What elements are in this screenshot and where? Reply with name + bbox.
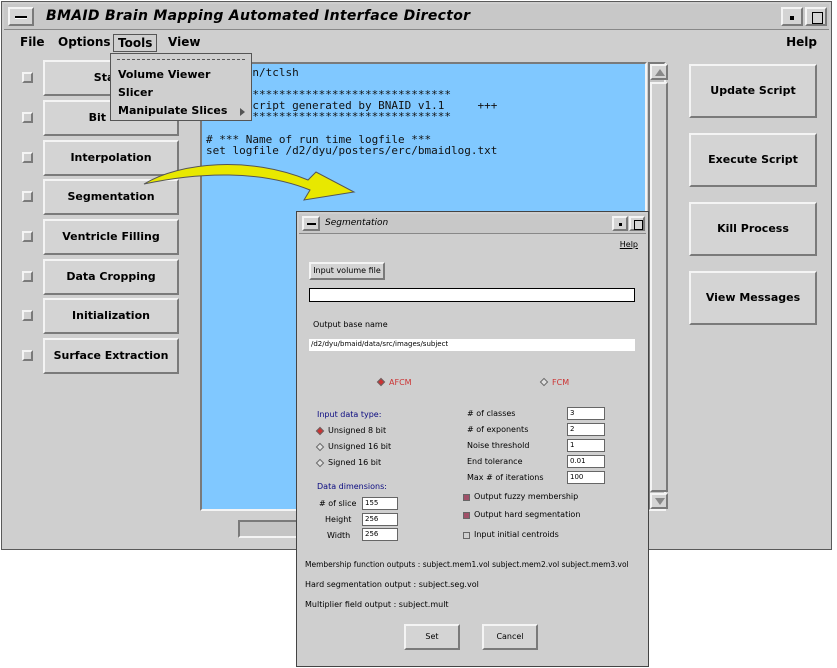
tools-item-slicer[interactable]: Slicer xyxy=(118,86,153,99)
param-noise-label: Noise threshold xyxy=(467,441,530,450)
initial-centroids-checkbox[interactable] xyxy=(463,532,470,539)
module-row-ventricle-filling: Ventricle Filling xyxy=(16,219,186,255)
dim-height-field[interactable]: 256 xyxy=(362,513,398,526)
dim-slice-label: # of slice xyxy=(319,499,357,508)
hard-output-text: Hard segmentation output : subject.seg.v… xyxy=(305,580,479,589)
menu-options[interactable]: Options xyxy=(54,34,115,50)
multiplier-output-text: Multiplier field output : subject.mult xyxy=(305,600,449,609)
module-check-stack[interactable] xyxy=(22,72,33,83)
afcm-radio[interactable] xyxy=(376,377,386,387)
segmentation-title: Segmentation xyxy=(325,218,389,228)
window-menu-icon[interactable] xyxy=(8,7,34,26)
dialog-maximize-icon[interactable] xyxy=(629,216,645,231)
tools-item-manipulate-slices[interactable]: Manipulate Slices xyxy=(118,104,227,117)
dialog-menu-icon[interactable] xyxy=(302,216,320,231)
minimize-icon[interactable] xyxy=(781,7,803,26)
view-messages-button[interactable]: View Messages xyxy=(689,271,817,325)
signed-16-radio[interactable] xyxy=(315,458,325,468)
hard-segmentation-checkbox[interactable] xyxy=(463,512,470,519)
module-button-ventricle-filling[interactable]: Ventricle Filling xyxy=(43,219,179,255)
submenu-arrow-icon xyxy=(240,108,245,116)
param-classes-label: # of classes xyxy=(467,409,516,418)
maximize-icon[interactable] xyxy=(805,7,827,26)
tear-off-line[interactable] xyxy=(117,59,245,60)
menu-tools-label: Tools xyxy=(118,36,153,50)
module-check-segmentation[interactable] xyxy=(22,191,33,202)
cancel-button[interactable]: Cancel xyxy=(482,624,538,650)
param-classes-field[interactable]: 3 xyxy=(567,407,605,420)
afcm-label: AFCM xyxy=(389,378,412,387)
window-title: BMAID Brain Mapping Automated Interface … xyxy=(46,8,471,24)
menu-file[interactable]: File xyxy=(16,34,49,50)
module-row-initialization: Initialization xyxy=(16,298,186,334)
param-noise-field[interactable]: 1 xyxy=(567,439,605,452)
scrollbar-thumb[interactable] xyxy=(650,82,668,492)
fcm-label: FCM xyxy=(552,378,570,387)
menu-view[interactable]: View xyxy=(164,34,204,50)
menu-tools[interactable]: Tools xyxy=(113,34,158,52)
module-button-data-cropping[interactable]: Data Cropping xyxy=(43,259,179,295)
module-row-surface-extraction: Surface Extraction xyxy=(16,338,186,374)
param-tolerance-field[interactable]: 0.01 xyxy=(567,455,605,468)
signed-16-label: Signed 16 bit xyxy=(328,458,382,467)
fuzzy-membership-label: Output fuzzy membership xyxy=(474,492,579,501)
tools-dropdown-menu: Volume Viewer Slicer Manipulate Slices xyxy=(110,53,252,121)
module-check-bit-conversion[interactable] xyxy=(22,112,33,123)
module-check-initialization[interactable] xyxy=(22,310,33,321)
dim-slice-field[interactable]: 155 xyxy=(362,497,398,510)
update-script-button[interactable]: Update Script xyxy=(689,64,817,118)
title-bar[interactable]: BMAID Brain Mapping Automated Interface … xyxy=(4,4,829,30)
input-volume-file-field[interactable] xyxy=(309,288,635,302)
segmentation-dialog: Segmentation Help Input volume file Outp… xyxy=(296,211,649,667)
segmentation-help-menu[interactable]: Help xyxy=(620,240,638,249)
kill-process-button[interactable]: Kill Process xyxy=(689,202,817,256)
menu-help-label: Help xyxy=(786,35,817,49)
membership-outputs-text: Membership function outputs : subject.me… xyxy=(305,560,629,569)
output-base-field[interactable]: /d2/dyu/bmaid/data/src/images/subject xyxy=(309,339,635,351)
dim-width-label: Width xyxy=(327,531,351,540)
unsigned-8-label: Unsigned 8 bit xyxy=(328,426,387,435)
script-line: set logfile /d2/dyu/posters/erc/bmaidlog… xyxy=(206,144,498,157)
tools-item-volume-viewer[interactable]: Volume Viewer xyxy=(118,68,210,81)
menu-options-label: Options xyxy=(58,35,111,49)
module-check-data-cropping[interactable] xyxy=(22,271,33,282)
module-button-initialization[interactable]: Initialization xyxy=(43,298,179,334)
unsigned-16-label: Unsigned 16 bit xyxy=(328,442,392,451)
scroll-down-arrow-icon[interactable] xyxy=(650,493,668,509)
module-check-interpolation[interactable] xyxy=(22,152,33,163)
execute-script-button[interactable]: Execute Script xyxy=(689,133,817,187)
menu-help[interactable]: Help xyxy=(782,34,821,50)
param-exponents-field[interactable]: 2 xyxy=(567,423,605,436)
hard-segmentation-label: Output hard segmentation xyxy=(474,510,581,519)
unsigned-16-radio[interactable] xyxy=(315,442,325,452)
script-vertical-scrollbar[interactable] xyxy=(648,62,668,511)
module-button-surface-extraction[interactable]: Surface Extraction xyxy=(43,338,179,374)
scroll-up-arrow-icon[interactable] xyxy=(650,64,668,80)
dims-title: Data dimensions: xyxy=(317,482,387,491)
param-iterations-field[interactable]: 100 xyxy=(567,471,605,484)
module-check-surface-extraction[interactable] xyxy=(22,350,33,361)
module-row-data-cropping: Data Cropping xyxy=(16,259,186,295)
input-volume-file-button[interactable]: Input volume file xyxy=(309,262,385,280)
output-base-label: Output base name xyxy=(313,320,388,329)
param-iterations-label: Max # of iterations xyxy=(467,473,544,482)
segmentation-title-bar[interactable]: Segmentation xyxy=(299,214,646,234)
dim-width-field[interactable]: 256 xyxy=(362,528,398,541)
dim-height-label: Height xyxy=(325,515,352,524)
unsigned-8-radio[interactable] xyxy=(315,426,325,436)
initial-centroids-label: Input initial centroids xyxy=(474,530,559,539)
menu-file-label: File xyxy=(20,35,45,49)
set-button[interactable]: Set xyxy=(404,624,460,650)
input-type-title: Input data type: xyxy=(317,410,382,419)
dialog-minimize-icon[interactable] xyxy=(612,216,628,231)
module-check-ventricle-filling[interactable] xyxy=(22,231,33,242)
fuzzy-membership-checkbox[interactable] xyxy=(463,494,470,501)
param-tolerance-label: End tolerance xyxy=(467,457,523,466)
menu-view-label: View xyxy=(168,35,201,49)
menu-bar: File Options Tools View Help xyxy=(4,32,829,54)
yellow-arrow-icon xyxy=(143,164,356,201)
param-exponents-label: # of exponents xyxy=(467,425,529,434)
fcm-radio[interactable] xyxy=(539,377,549,387)
